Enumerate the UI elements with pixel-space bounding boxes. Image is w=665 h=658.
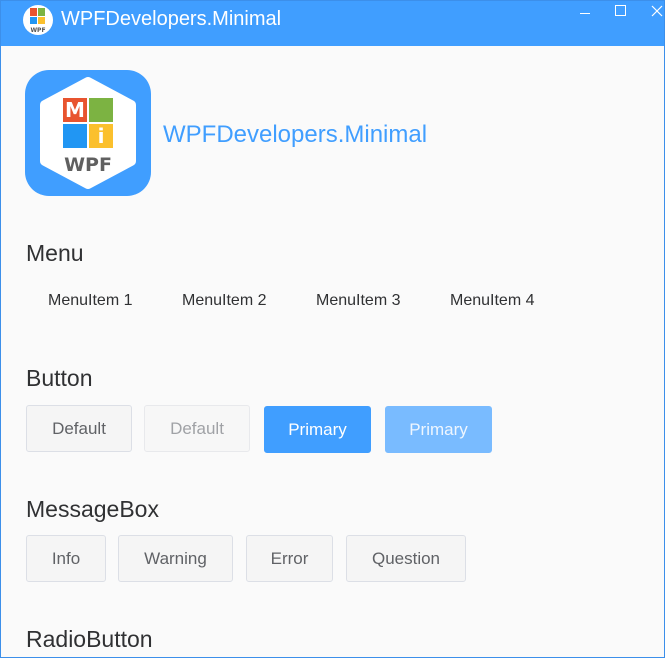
menu-item-2[interactable]: MenuItem 2 xyxy=(182,290,266,312)
primary-button-disabled: Primary xyxy=(385,406,492,453)
close-button[interactable] xyxy=(638,1,664,25)
title-bar[interactable]: WPF WPFDevelopers.Minimal xyxy=(1,1,664,46)
radiobutton-section-title: RadioButton xyxy=(26,626,153,652)
app-name-heading: WPFDevelopers.Minimal xyxy=(163,121,428,148)
minimize-button[interactable] xyxy=(567,1,603,25)
window-title: WPFDevelopers.Minimal xyxy=(61,8,282,30)
button-section-title: Button xyxy=(26,365,93,391)
messagebox-section-title: MessageBox xyxy=(26,496,159,522)
menu-item-4[interactable]: MenuItem 4 xyxy=(450,290,534,312)
maximize-button[interactable] xyxy=(602,1,638,25)
menu-section-title: Menu xyxy=(26,240,84,266)
menu-item-3[interactable]: MenuItem 3 xyxy=(316,290,400,312)
primary-button[interactable]: Primary xyxy=(264,406,371,453)
app-logo: M i WPF xyxy=(25,70,151,196)
close-icon xyxy=(651,5,663,17)
main-window: WPF WPFDevelopers.Minimal M i WPF WPFDev… xyxy=(0,0,665,658)
warning-button[interactable]: Warning xyxy=(118,535,233,582)
maximize-icon xyxy=(615,5,626,16)
logo-letter-i: i xyxy=(98,124,105,148)
info-button[interactable]: Info xyxy=(26,535,106,582)
error-button[interactable]: Error xyxy=(246,535,333,582)
question-button[interactable]: Question xyxy=(346,535,466,582)
default-button-disabled: Default xyxy=(144,405,250,452)
logo-letter-m: M xyxy=(65,98,85,122)
logo-wpf-text: WPF xyxy=(64,154,112,176)
minimize-icon xyxy=(580,13,590,14)
default-button[interactable]: Default xyxy=(26,405,132,452)
menu-item-1[interactable]: MenuItem 1 xyxy=(48,290,132,312)
svg-text:WPF: WPF xyxy=(30,27,45,34)
wpf-minimal-logo-icon: WPF xyxy=(23,5,53,35)
